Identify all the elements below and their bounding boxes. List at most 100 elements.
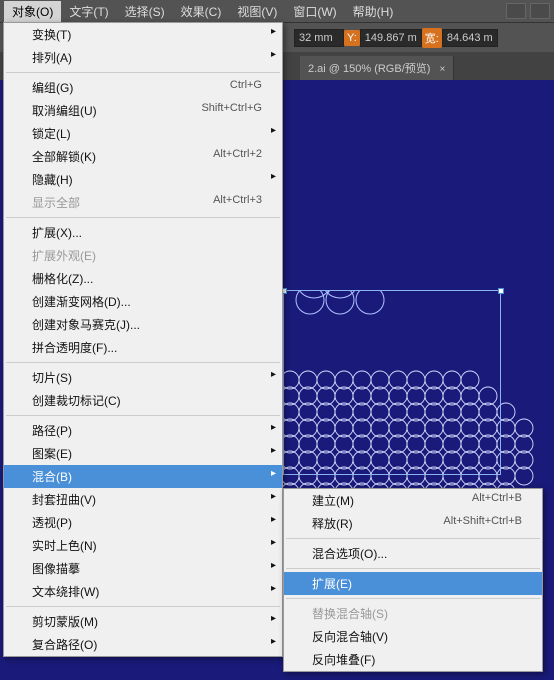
submenu-item[interactable]: 扩展(E)	[284, 572, 542, 595]
menu-item[interactable]: 实时上色(N)	[4, 534, 282, 557]
menu-item[interactable]: 剪切蒙版(M)	[4, 610, 282, 633]
menu-separator	[286, 538, 540, 539]
submenu-item[interactable]: 混合选项(O)...	[284, 542, 542, 565]
submenu-item-label: 反向混合轴(V)	[312, 628, 388, 645]
menubar-item-effect[interactable]: 效果(C)	[173, 1, 230, 22]
x-value[interactable]: 32 mm	[294, 29, 344, 47]
submenu-item-shortcut: Alt+Shift+Ctrl+B	[443, 515, 522, 532]
menubar-item-view[interactable]: 视图(V)	[229, 1, 285, 22]
menu-item-label: 图案(E)	[32, 445, 72, 462]
menu-item-label: 透视(P)	[32, 514, 72, 531]
submenu-item-shortcut: Alt+Ctrl+B	[472, 492, 522, 509]
menu-item[interactable]: 取消编组(U) Shift+Ctrl+G	[4, 99, 282, 122]
menu-item[interactable]: 编组(G) Ctrl+G	[4, 76, 282, 99]
menu-item-shortcut: Alt+Ctrl+3	[213, 194, 262, 211]
menu-item[interactable]: 文本绕排(W)	[4, 580, 282, 603]
selection-box	[283, 290, 501, 475]
submenu-item-label: 释放(R)	[312, 515, 353, 532]
menu-item[interactable]: 创建对象马赛克(J)...	[4, 313, 282, 336]
submenu-item-label: 混合选项(O)...	[312, 545, 387, 562]
submenu-item-label: 反向堆叠(F)	[312, 651, 375, 668]
menubar-item-object[interactable]: 对象(O)	[4, 1, 61, 22]
menu-separator	[6, 362, 280, 363]
menu-separator	[6, 72, 280, 73]
menubar-item-type[interactable]: 文字(T)	[61, 1, 116, 22]
menu-item[interactable]: 混合(B)	[4, 465, 282, 488]
tab-label: 2.ai @ 150% (RGB/预览)	[308, 63, 430, 75]
menu-separator	[6, 415, 280, 416]
menu-item-shortcut: Shift+Ctrl+G	[201, 102, 262, 119]
menu-item-label: 锁定(L)	[32, 125, 71, 142]
selection-handle-tr[interactable]	[498, 288, 504, 294]
arrange-icon[interactable]	[530, 3, 550, 19]
menu-item-label: 图像描摹	[32, 560, 80, 577]
menu-item-label: 全部解锁(K)	[32, 148, 96, 165]
menu-item-label: 创建裁切标记(C)	[32, 392, 121, 409]
menu-item-label: 路径(P)	[32, 422, 72, 439]
menu-item-label: 拼合透明度(F)...	[32, 339, 117, 356]
y-label: Y:	[344, 30, 360, 46]
menu-item-label: 扩展(X)...	[32, 224, 82, 241]
y-value[interactable]: 149.867 m	[360, 29, 422, 47]
menu-item-label: 实时上色(N)	[32, 537, 97, 554]
menu-item[interactable]: 切片(S)	[4, 366, 282, 389]
menubar-item-window[interactable]: 窗口(W)	[285, 1, 344, 22]
menu-item[interactable]: 扩展(X)...	[4, 221, 282, 244]
menu-item-label: 文本绕排(W)	[32, 583, 99, 600]
menu-item-label: 创建对象马赛克(J)...	[32, 316, 140, 333]
menu-item-label: 取消编组(U)	[32, 102, 97, 119]
menu-item[interactable]: 栅格化(Z)...	[4, 267, 282, 290]
menu-item-label: 混合(B)	[32, 468, 72, 485]
submenu-item[interactable]: 释放(R) Alt+Shift+Ctrl+B	[284, 512, 542, 535]
menu-item-shortcut: Alt+Ctrl+2	[213, 148, 262, 165]
submenu-item-label: 建立(M)	[312, 492, 354, 509]
w-value[interactable]: 84.643 m	[442, 29, 498, 47]
document-tab[interactable]: 2.ai @ 150% (RGB/预览) ×	[300, 56, 454, 80]
menu-item-label: 封套扭曲(V)	[32, 491, 96, 508]
menu-item-label: 剪切蒙版(M)	[32, 613, 98, 630]
menu-item[interactable]: 复合路径(O)	[4, 633, 282, 656]
menu-item-label: 创建渐变网格(D)...	[32, 293, 131, 310]
menu-item-label: 复合路径(O)	[32, 636, 97, 653]
menu-separator	[286, 598, 540, 599]
menu-item[interactable]: 全部解锁(K) Alt+Ctrl+2	[4, 145, 282, 168]
menu-item[interactable]: 图像描摹	[4, 557, 282, 580]
menubar-item-select[interactable]: 选择(S)	[117, 1, 173, 22]
submenu-item-label: 替换混合轴(S)	[312, 605, 388, 622]
menu-item[interactable]: 创建渐变网格(D)...	[4, 290, 282, 313]
menubar: 对象(O) 文字(T) 选择(S) 效果(C) 视图(V) 窗口(W) 帮助(H…	[0, 0, 554, 22]
menu-item: 扩展外观(E)	[4, 244, 282, 267]
menu-item[interactable]: 路径(P)	[4, 419, 282, 442]
menu-item-label: 扩展外观(E)	[32, 247, 96, 264]
menu-item-label: 编组(G)	[32, 79, 73, 96]
w-label: 宽:	[422, 28, 442, 48]
menu-item: 显示全部 Alt+Ctrl+3	[4, 191, 282, 214]
menu-item-label: 隐藏(H)	[32, 171, 73, 188]
submenu-item: 替换混合轴(S)	[284, 602, 542, 625]
tab-close-icon[interactable]: ×	[440, 64, 446, 75]
menu-separator	[6, 606, 280, 607]
menu-item[interactable]: 图案(E)	[4, 442, 282, 465]
menu-item[interactable]: 变换(T)	[4, 23, 282, 46]
submenu-item[interactable]: 建立(M) Alt+Ctrl+B	[284, 489, 542, 512]
menu-item[interactable]: 排列(A)	[4, 46, 282, 69]
submenu-item[interactable]: 反向混合轴(V)	[284, 625, 542, 648]
menu-separator	[6, 217, 280, 218]
blend-submenu: 建立(M) Alt+Ctrl+B 释放(R) Alt+Shift+Ctrl+B 混合选项…	[283, 488, 543, 672]
menu-item-label: 显示全部	[32, 194, 80, 211]
menu-item[interactable]: 封套扭曲(V)	[4, 488, 282, 511]
menu-item-shortcut: Ctrl+G	[230, 79, 262, 96]
menu-item-label: 栅格化(Z)...	[32, 270, 93, 287]
menu-item[interactable]: 拼合透明度(F)...	[4, 336, 282, 359]
menu-item[interactable]: 锁定(L)	[4, 122, 282, 145]
menu-item[interactable]: 透视(P)	[4, 511, 282, 534]
menubar-item-help[interactable]: 帮助(H)	[345, 1, 402, 22]
menu-item[interactable]: 隐藏(H)	[4, 168, 282, 191]
submenu-item[interactable]: 反向堆叠(F)	[284, 648, 542, 671]
object-menu: 变换(T) 排列(A) 编组(G) Ctrl+G 取消编组(U) Shift+Ctrl+G…	[3, 22, 283, 657]
workspace-icon[interactable]	[506, 3, 526, 19]
submenu-item-label: 扩展(E)	[312, 575, 352, 592]
menu-separator	[286, 568, 540, 569]
menu-item-label: 排列(A)	[32, 49, 72, 66]
menu-item[interactable]: 创建裁切标记(C)	[4, 389, 282, 412]
